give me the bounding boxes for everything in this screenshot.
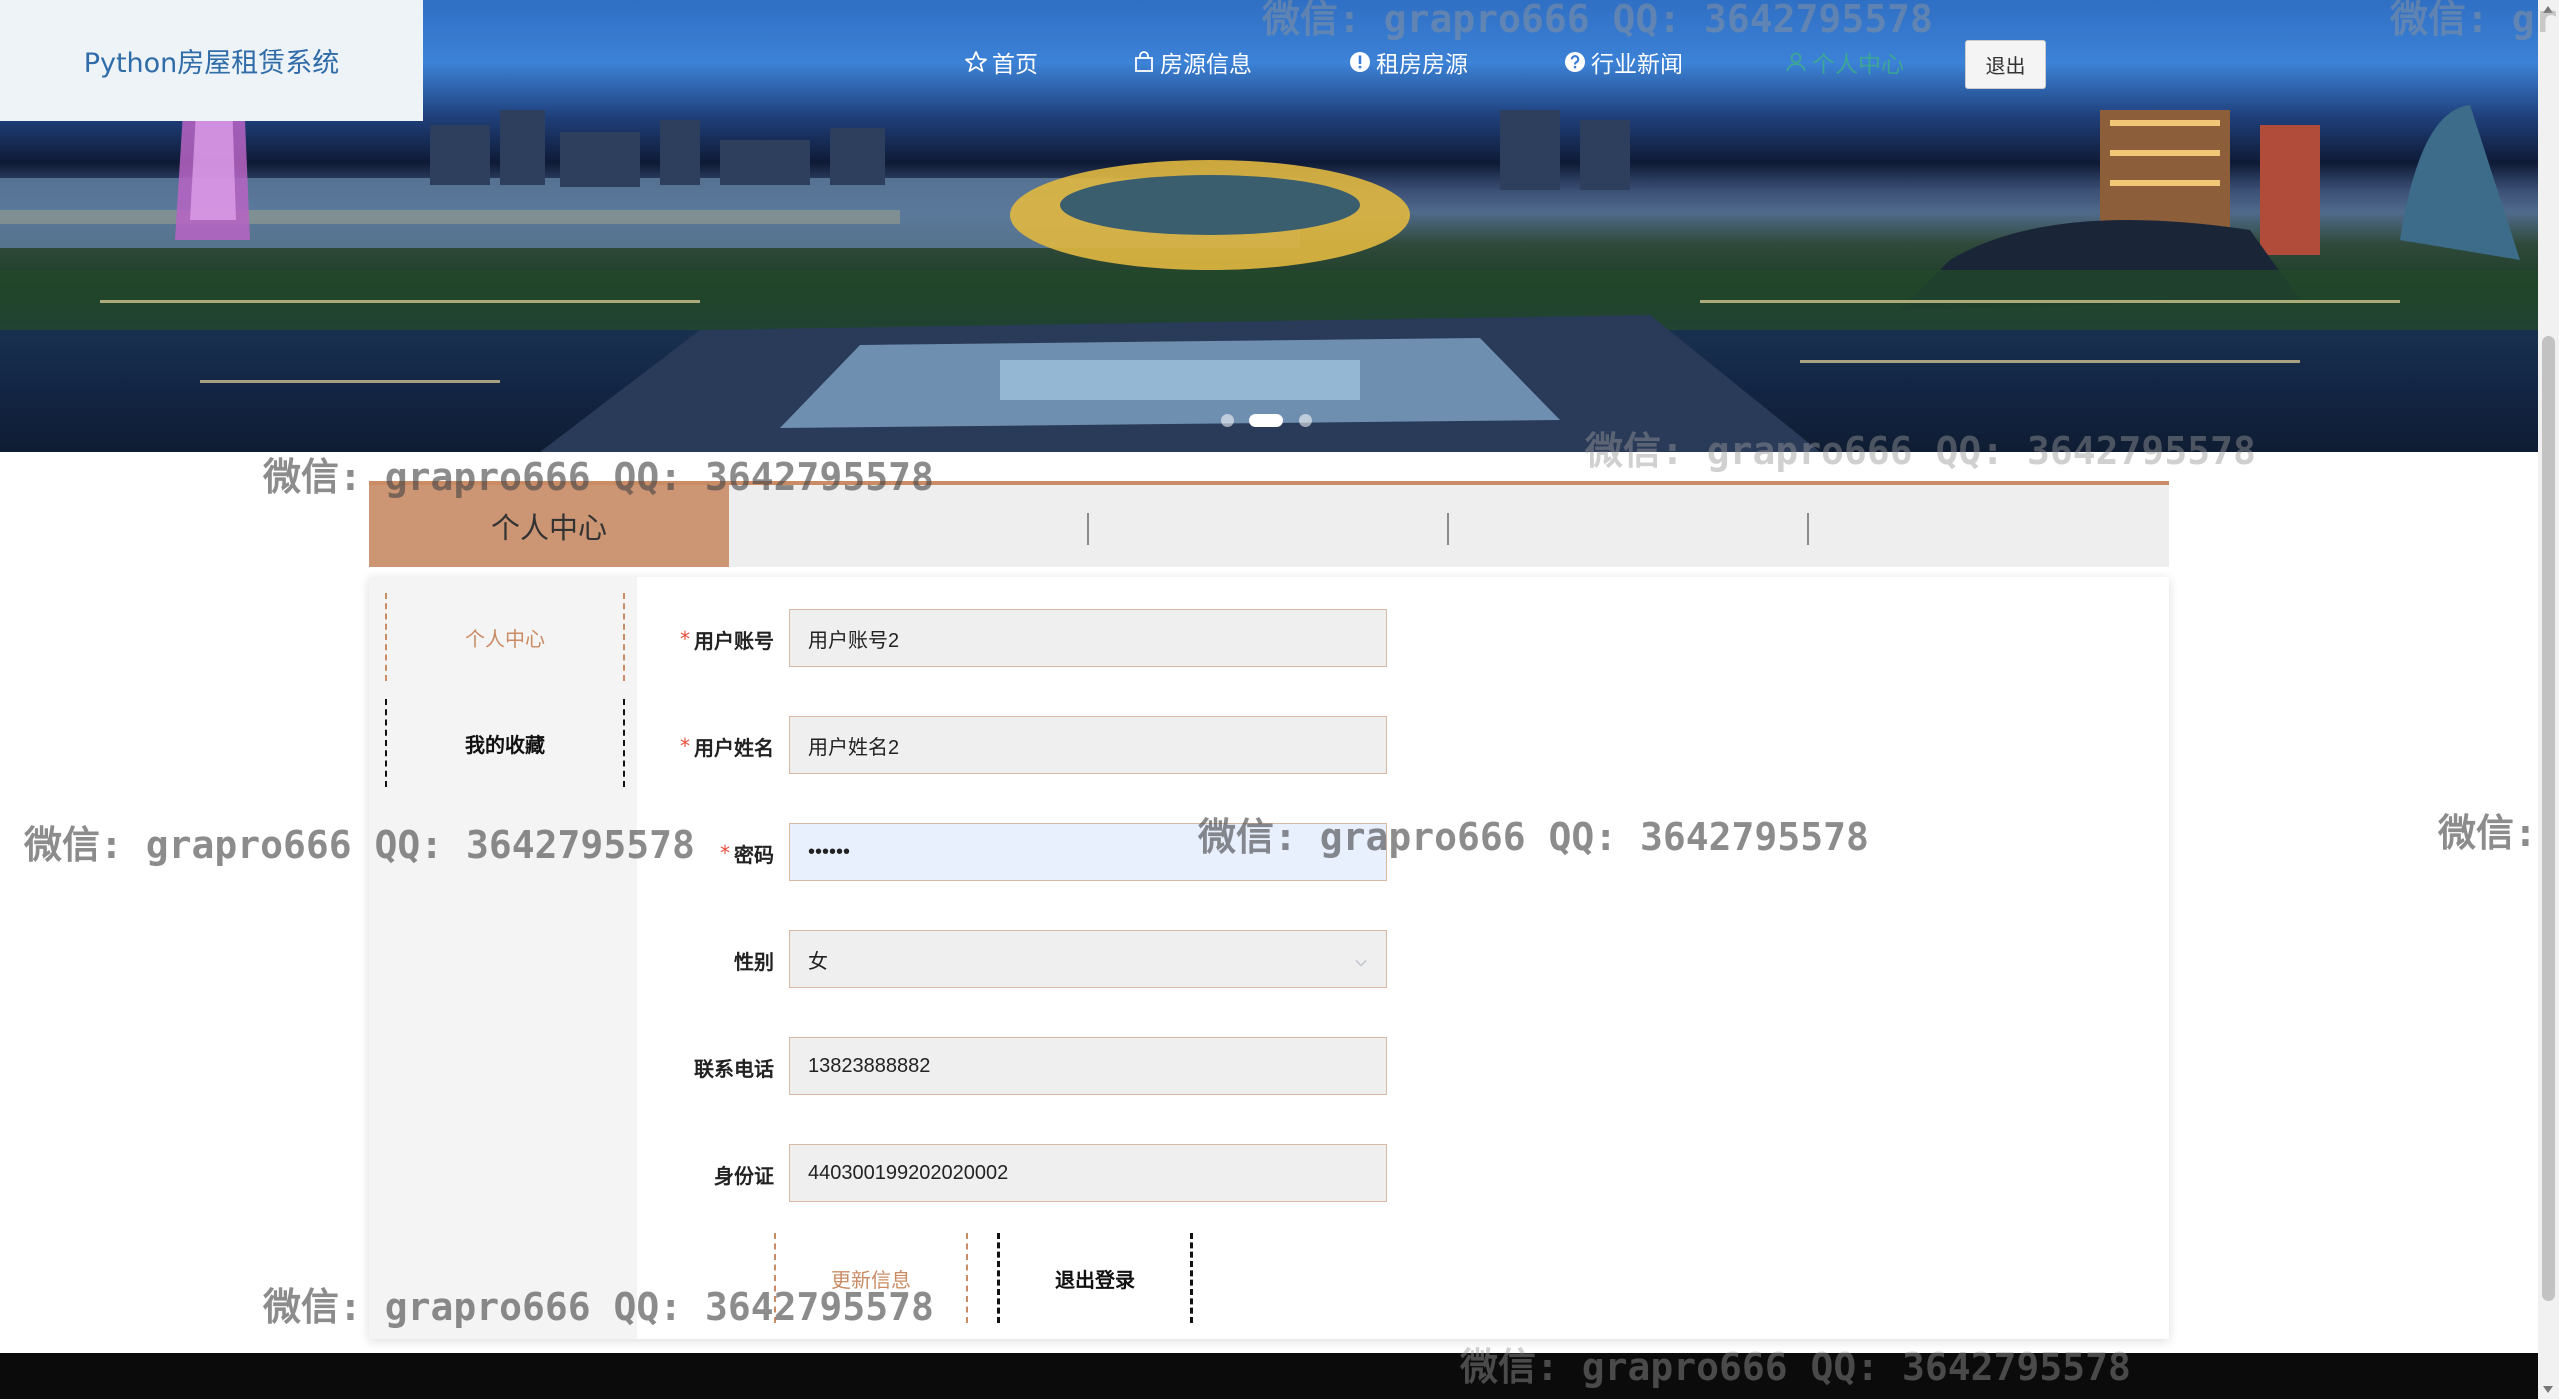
account-input[interactable] bbox=[789, 609, 1387, 667]
tab-divider bbox=[1087, 513, 1089, 545]
exclamation-icon bbox=[1347, 49, 1373, 75]
site-logo[interactable]: Python房屋租赁系统 bbox=[0, 0, 423, 121]
idcard-row: 身份证 bbox=[639, 1144, 1739, 1204]
phone-input[interactable] bbox=[789, 1037, 1387, 1095]
nav-home-label: 首页 bbox=[992, 52, 1038, 78]
account-row: * 用户账号 bbox=[639, 609, 1739, 669]
nav-profile[interactable]: 个人中心 bbox=[1783, 44, 1904, 80]
site-logo-text: Python房屋租赁系统 bbox=[83, 48, 340, 79]
nav-listings-label: 房源信息 bbox=[1160, 52, 1252, 78]
sidebar-item-label: 个人中心 bbox=[465, 626, 545, 651]
password-row: * 密码 bbox=[639, 823, 1739, 883]
tab-profile[interactable]: 个人中心 bbox=[369, 485, 729, 567]
header-logout-button[interactable]: 退出 bbox=[1965, 40, 2046, 89]
name-input[interactable] bbox=[789, 716, 1387, 774]
bag-icon bbox=[1131, 49, 1157, 75]
sidebar: 个人中心 我的收藏 bbox=[369, 577, 637, 1339]
idcard-input[interactable] bbox=[789, 1144, 1387, 1202]
update-info-button[interactable]: 更新信息 bbox=[774, 1233, 968, 1323]
tab-divider bbox=[1447, 513, 1449, 545]
nav-news-label: 行业新闻 bbox=[1591, 52, 1683, 78]
password-label: * 密码 bbox=[720, 841, 774, 867]
profile-card: 个人中心 我的收藏 *用户账号 *用户姓名 *密码 性别 女 联系电话 身份证 … bbox=[369, 577, 2169, 1339]
phone-label: 联系电话 bbox=[694, 1056, 774, 1081]
idcard-label: 身份证 bbox=[714, 1163, 774, 1188]
chevron-down-icon bbox=[1354, 953, 1368, 976]
tab-divider bbox=[1807, 513, 1809, 545]
required-mark: * bbox=[680, 627, 690, 651]
footer-bar bbox=[0, 1353, 2538, 1399]
phone-row: 联系电话 bbox=[639, 1037, 1739, 1097]
nav-rentals-label: 租房房源 bbox=[1376, 52, 1468, 78]
gender-row: 性别 女 bbox=[639, 930, 1739, 990]
sidebar-item-favorites[interactable]: 我的收藏 bbox=[385, 699, 625, 787]
gender-select[interactable]: 女 bbox=[789, 930, 1387, 988]
carousel-dot-3[interactable] bbox=[1299, 414, 1312, 427]
question-icon bbox=[1562, 49, 1588, 75]
carousel-dot-2[interactable] bbox=[1249, 414, 1283, 427]
nav-rentals[interactable]: 租房房源 bbox=[1347, 44, 1468, 80]
tab-strip: 个人中心 bbox=[369, 481, 2169, 567]
carousel-dot-1[interactable] bbox=[1221, 414, 1234, 427]
scrollbar-thumb[interactable] bbox=[2542, 336, 2555, 1301]
nav-home[interactable]: 首页 bbox=[963, 44, 1038, 80]
tab-profile-label: 个人中心 bbox=[490, 511, 607, 545]
nav-listings[interactable]: 房源信息 bbox=[1131, 44, 1252, 80]
logout-button[interactable]: 退出登录 bbox=[997, 1233, 1193, 1323]
scroll-up-arrow[interactable] bbox=[2543, 6, 2553, 13]
sidebar-item-label: 我的收藏 bbox=[465, 732, 545, 757]
account-label: * 用户账号 bbox=[680, 627, 774, 653]
sidebar-item-profile[interactable]: 个人中心 bbox=[385, 593, 625, 681]
scroll-down-arrow[interactable] bbox=[2543, 1386, 2553, 1393]
person-icon bbox=[1783, 49, 1809, 75]
required-mark: * bbox=[680, 734, 690, 758]
watermark: 微信: bbox=[2438, 811, 2537, 855]
nav-news[interactable]: 行业新闻 bbox=[1562, 44, 1683, 80]
gender-label: 性别 bbox=[734, 949, 774, 974]
nav-profile-label: 个人中心 bbox=[1812, 52, 1904, 78]
page-scrollbar[interactable] bbox=[2538, 0, 2559, 1399]
password-input[interactable] bbox=[789, 823, 1387, 881]
star-icon bbox=[963, 49, 989, 75]
gender-value: 女 bbox=[808, 950, 828, 973]
required-mark: * bbox=[720, 841, 730, 865]
name-label: * 用户姓名 bbox=[680, 734, 774, 760]
name-row: * 用户姓名 bbox=[639, 716, 1739, 776]
